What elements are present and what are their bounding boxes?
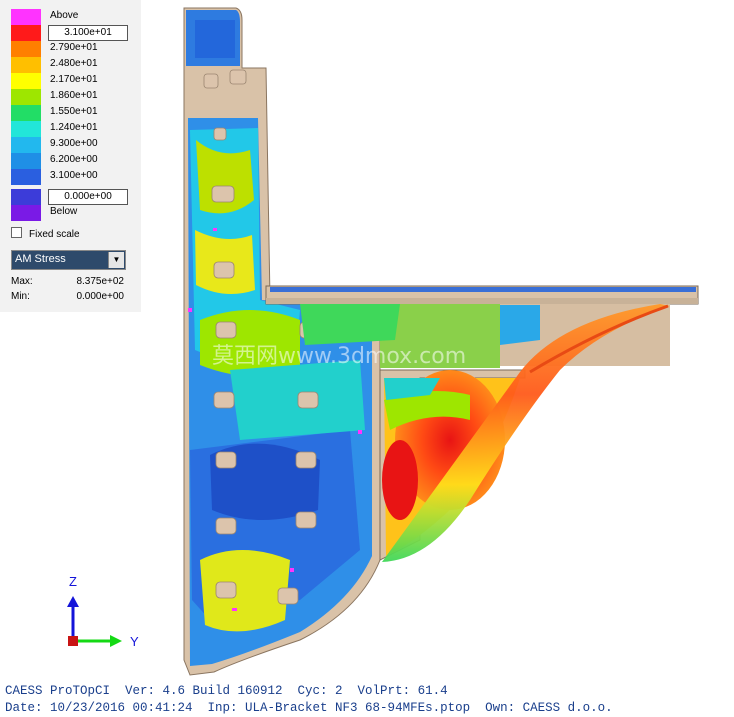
status-line-2: Date: 10/23/2016 00:41:24 Inp: ULA-Brack… [5,701,613,715]
legend-row-level: 6.200e+00 [11,153,136,169]
result-type-dropdown[interactable]: AM Stress ▼ [11,250,126,270]
max-label: Max: [11,276,33,287]
legend-row-level: 2.480e+01 [11,57,136,73]
checkbox-icon[interactable] [11,227,22,238]
legend-swatch [11,137,41,153]
legend-swatch-top [11,25,41,41]
legend-row-above: Above [11,9,136,25]
legend-swatch [11,105,41,121]
legend-min-field[interactable]: 0.000e+00 [48,189,128,205]
max-readout: Max: 8.375e+02 [11,276,124,287]
legend-max-field[interactable]: 3.100e+01 [48,25,128,41]
legend-swatch [11,41,41,57]
legend-level-label: 2.170e+01 [50,74,98,85]
legend-level-label: 1.550e+01 [50,106,98,117]
legend-swatch [11,73,41,89]
watermark-text: 莫西网www.3dmox.com [212,344,466,369]
min-label: Min: [11,291,30,302]
legend-swatch-bottom [11,189,41,205]
legend-level-label: 1.860e+01 [50,90,98,101]
max-value: 8.375e+02 [76,276,124,287]
result-type-value: AM Stress [15,253,66,265]
legend-above-label: Above [50,10,79,21]
fixed-scale-label: Fixed scale [29,229,80,240]
legend-level-label: 9.300e+00 [50,138,98,149]
status-info: CAESS ProTOpCI Ver: 4.6 Build 160912 Cyc… [5,683,613,717]
legend-level-label: 3.100e+00 [50,170,98,181]
legend-swatch [11,57,41,73]
legend-level-label: 6.200e+00 [50,154,98,165]
legend-row-level: 9.300e+00 [11,137,136,153]
dropdown-arrow-icon[interactable]: ▼ [108,252,124,268]
axis-triad: Z Y [67,574,139,649]
y-axis-label: Y [130,634,139,649]
legend-level-label: 1.240e+01 [50,122,98,133]
legend-below-label: Below [50,206,78,217]
legend-row-bottom: 0.000e+00 [11,189,136,205]
legend-swatch-below [11,205,41,221]
status-line-1: CAESS ProTOpCI Ver: 4.6 Build 160912 Cyc… [5,684,448,698]
z-axis-label: Z [69,574,77,589]
legend-row-below: Below [11,205,136,221]
legend-row-level: 3.100e+00 [11,169,136,185]
legend-swatch [11,89,41,105]
legend-swatch-above [11,9,41,25]
fixed-scale-checkbox[interactable]: Fixed scale [11,227,80,241]
legend-row-level: 1.240e+01 [11,121,136,137]
legend-swatch [11,153,41,169]
legend-row-level: 2.170e+01 [11,73,136,89]
legend-row-level: 1.550e+01 [11,105,136,121]
legend-swatch [11,121,41,137]
legend-level-label: 2.790e+01 [50,42,98,53]
legend-panel: Above 3.100e+01 2.790e+01 2.480e+01 2.170e… [0,0,141,312]
legend-row-level: 1.860e+01 [11,89,136,105]
legend-level-label: 2.480e+01 [50,58,98,69]
min-value: 0.000e+00 [76,291,124,302]
min-readout: Min: 0.000e+00 [11,291,124,302]
legend-swatch [11,169,41,185]
legend-row-top: 3.100e+01 [11,25,136,41]
legend-row-level: 2.790e+01 [11,41,136,57]
